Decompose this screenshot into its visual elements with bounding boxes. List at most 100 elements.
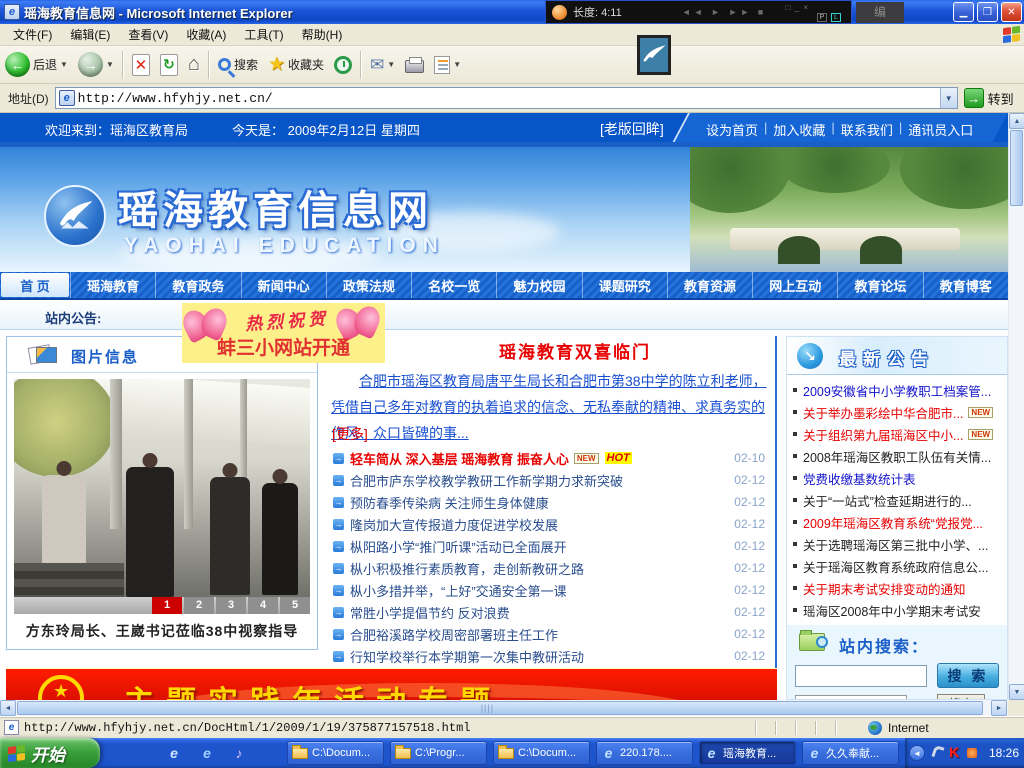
announcement-link[interactable]: 关于举办墨彩绘中华合肥市...: [803, 403, 963, 422]
photo-page-button[interactable]: 2: [184, 597, 214, 614]
announcement-link[interactable]: 关于“一站式”检查延期进行的...: [803, 491, 972, 510]
forward-dropdown-icon[interactable]: ▼: [106, 60, 114, 69]
scroll-left-button[interactable]: ◄: [0, 700, 16, 716]
forward-button[interactable]: → ▼: [73, 48, 119, 82]
photo-caption[interactable]: 方东玲局长、王崴书记莅临38中视察指导: [7, 621, 317, 641]
announcement-link[interactable]: 关于组织第九届瑶海区中小...: [803, 425, 963, 444]
photo-page-button[interactable]: 5: [280, 597, 310, 614]
stop-button[interactable]: ✕: [127, 48, 155, 82]
close-button[interactable]: ✕: [1001, 2, 1022, 22]
photo-page-button[interactable]: 1: [152, 597, 182, 614]
nav-tab[interactable]: 教育博客: [923, 272, 1008, 298]
site-search-input[interactable]: [795, 665, 927, 687]
announcement-link[interactable]: 2009安徽省中小学教职工档案管...: [803, 381, 991, 400]
back-dropdown-icon[interactable]: ▼: [60, 60, 68, 69]
vertical-scroll-thumb[interactable]: [1010, 130, 1023, 206]
info-link[interactable]: 设为首页: [706, 120, 758, 139]
nav-tab[interactable]: 政策法规: [326, 272, 411, 298]
taskbar-task-button[interactable]: e220.178....: [596, 741, 693, 765]
announcement-link[interactable]: 瑶海区2008年中小学期末考试安: [803, 601, 981, 620]
more-link[interactable]: [更多]: [332, 424, 368, 444]
media-window-controls[interactable]: □ _ ×: [786, 3, 809, 12]
news-link[interactable]: 合肥市庐东学校教学教研工作新学期力求新突破: [350, 471, 623, 490]
site-search-button[interactable]: 搜 索: [937, 663, 999, 688]
horizontal-scrollbar[interactable]: ◄ ►: [0, 700, 1008, 716]
minimize-button[interactable]: ▁: [953, 2, 974, 22]
nav-tab[interactable]: 课题研究: [582, 272, 667, 298]
news-photo[interactable]: [14, 379, 310, 597]
news-link[interactable]: 枞小多措并举，“上好”交通安全第一课: [350, 581, 567, 600]
taskbar-task-button[interactable]: C:\Docum...: [287, 741, 384, 765]
menu-item[interactable]: 工具(T): [235, 24, 292, 45]
news-link[interactable]: 合肥裕溪路学校周密部署班主任工作: [350, 625, 558, 644]
menu-item[interactable]: 文件(F): [4, 24, 61, 45]
media-l-button[interactable]: L: [831, 13, 841, 22]
photo-page-button[interactable]: 3: [216, 597, 246, 614]
photo-page-button[interactable]: 4: [248, 597, 278, 614]
nav-tab[interactable]: 首 页: [1, 273, 69, 297]
mail-dropdown-icon[interactable]: ▼: [387, 60, 395, 69]
news-link[interactable]: 隆岗加大宣传报道力度促进学校发展: [350, 515, 558, 534]
scroll-down-button[interactable]: ▼: [1009, 684, 1024, 700]
media-p-button[interactable]: P: [817, 13, 827, 22]
start-button[interactable]: 开始: [0, 738, 100, 768]
news-link[interactable]: 预防春季传染病 关注师生身体健康: [350, 493, 549, 512]
quick-launch-browser-icon[interactable]: e: [198, 744, 216, 762]
address-dropdown-button[interactable]: ▼: [940, 88, 957, 108]
campaign-banner[interactable]: 主题实践年活动专题: [6, 668, 777, 700]
menu-item[interactable]: 编辑(E): [61, 24, 119, 45]
media-playback-controls[interactable]: ◄◄ ► ►► ■: [682, 7, 766, 17]
announcement-link[interactable]: 党费收缴基数统计表: [803, 469, 916, 488]
print-button[interactable]: [400, 48, 429, 82]
announcement-link[interactable]: 关于期末考试安排变动的通知: [803, 579, 966, 598]
favorites-button[interactable]: ★ 收藏夹: [263, 48, 329, 82]
media-player-overlay[interactable]: 长度: 4:11 ◄◄ ► ►► ■ □ _ × P L: [545, 0, 852, 24]
news-link[interactable]: 行知学校举行本学期第一次集中教研活动: [350, 647, 584, 666]
address-input[interactable]: [78, 89, 940, 107]
announcement-link[interactable]: 2008年瑶海区教职工队伍有关情...: [803, 447, 991, 466]
nav-tab[interactable]: 教育资源: [667, 272, 752, 298]
antivirus-k-icon[interactable]: K: [949, 744, 959, 760]
menu-item[interactable]: 查看(V): [119, 24, 177, 45]
taskbar-task-button[interactable]: C:\Docum...: [493, 741, 590, 765]
tray-orange-icon[interactable]: [967, 748, 977, 758]
history-button[interactable]: [329, 48, 357, 82]
old-version-link[interactable]: [老版回眸]: [600, 119, 664, 139]
taskbar-task-button[interactable]: e久久奉献...: [802, 741, 899, 765]
news-link[interactable]: 枞小积极推行素质教育，走创新教研之路: [350, 559, 584, 578]
quick-launch-media-icon[interactable]: ♪: [230, 744, 248, 762]
nav-tab[interactable]: 名校一览: [411, 272, 496, 298]
scroll-up-button[interactable]: ▲: [1009, 113, 1024, 129]
scroll-right-button[interactable]: ►: [991, 700, 1007, 716]
nav-tab[interactable]: 教育论坛: [837, 272, 922, 298]
menu-item[interactable]: 收藏(A): [177, 24, 235, 45]
taskbar-task-button[interactable]: e瑶海教育...: [699, 741, 796, 765]
announcement-link[interactable]: 关于瑶海区教育系统政府信息公...: [803, 557, 988, 576]
horizontal-scroll-thumb[interactable]: [17, 701, 983, 715]
search-button[interactable]: 搜索: [213, 48, 263, 82]
menu-item[interactable]: 帮助(H): [293, 24, 352, 45]
refresh-button[interactable]: ↻: [155, 48, 183, 82]
news-link[interactable]: 枞阳路小学“推门听课”活动已全面展开: [350, 537, 567, 556]
home-button[interactable]: ⌂: [183, 48, 205, 82]
info-link[interactable]: 联系我们: [841, 120, 893, 139]
tray-misc-icon[interactable]: [931, 745, 944, 760]
news-headline[interactable]: 瑶海教育双喜临门: [385, 338, 765, 363]
congrats-banner[interactable]: 热烈祝贺 蚌三小网站开通: [182, 303, 385, 363]
nav-tab[interactable]: 魅力校园: [496, 272, 581, 298]
nav-tab[interactable]: 教育政务: [155, 272, 240, 298]
info-link[interactable]: 加入收藏: [773, 120, 825, 139]
news-link[interactable]: 常胜小学提倡节约 反对浪费: [350, 603, 510, 622]
taskbar-task-button[interactable]: C:\Progr...: [390, 741, 487, 765]
news-link[interactable]: 轻车简从 深入基层 瑶海教育 振奋人心: [350, 449, 569, 468]
quick-launch-ie-icon[interactable]: e: [165, 744, 183, 762]
vertical-scrollbar[interactable]: ▲ ▼: [1008, 113, 1024, 700]
nav-tab[interactable]: 网上互动: [752, 272, 837, 298]
edit-dropdown-icon[interactable]: ▼: [453, 60, 461, 69]
back-button[interactable]: ← 后退 ▼: [0, 48, 73, 82]
announcement-link[interactable]: 2009年瑶海区教育系统“党报党...: [803, 513, 983, 532]
nav-tab[interactable]: 新闻中心: [241, 272, 326, 298]
nav-tab[interactable]: 瑶海教育: [70, 272, 155, 298]
mail-button[interactable]: ✉ ▼: [365, 48, 400, 82]
restore-button[interactable]: ❐: [977, 2, 998, 22]
